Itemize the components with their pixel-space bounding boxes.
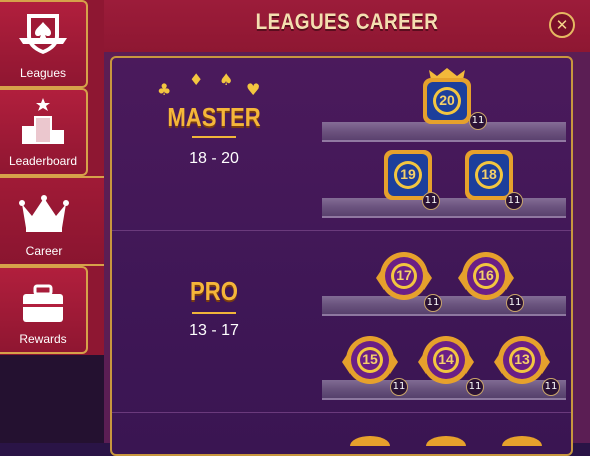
section-divider (112, 412, 571, 413)
level-badge: 11 (506, 294, 524, 312)
sidebar-empty-area (0, 355, 104, 443)
sidebar-item-leaderboard[interactable]: Leaderboard (0, 88, 88, 176)
level-badge: 11 (424, 294, 442, 312)
shelf (322, 296, 566, 316)
league-badge-19[interactable]: 19 11 (378, 144, 440, 210)
section-divider (112, 230, 571, 231)
league-name-master: MASTER (167, 102, 261, 132)
league-badge-13[interactable]: 13 11 (492, 328, 560, 396)
close-button[interactable]: ✕ (549, 12, 575, 38)
badge-number: 20 (439, 92, 455, 108)
league-underline (192, 312, 236, 314)
league-range: 18 - 20 (189, 150, 239, 167)
heart-icon: ♥ (246, 80, 261, 99)
sidebar-item-label: Leagues (19, 66, 67, 80)
diamond-icon: ♦ (189, 70, 204, 89)
badge-number: 16 (478, 267, 494, 283)
level-badge: 11 (422, 192, 440, 210)
sidebar-item-rewards[interactable]: Rewards (0, 266, 88, 354)
badge-number: 18 (481, 166, 497, 182)
badge-number: 13 (514, 351, 530, 367)
sidebar-item-career[interactable]: Career (0, 176, 104, 266)
league-range: 13 - 17 (189, 322, 239, 339)
badge-number: 17 (396, 267, 412, 283)
sidebar-item-leagues[interactable]: Leagues (0, 0, 88, 88)
level-badge: 11 (466, 378, 484, 396)
level-badge: 11 (505, 192, 523, 210)
level-badge: 11 (542, 378, 560, 396)
shelf (322, 198, 566, 218)
level-badge: 11 (390, 378, 408, 396)
page-title: LEAGUES CAREER (255, 9, 439, 34)
level-badge: 11 (469, 112, 487, 130)
league-badge-14[interactable]: 14 11 (416, 328, 484, 396)
podium-icon (22, 98, 64, 144)
league-badge-15[interactable]: 15 11 (340, 328, 408, 396)
league-underline (192, 136, 236, 138)
club-icon: ♣ (157, 80, 172, 99)
crown-icon (19, 195, 69, 232)
league-badge-18[interactable]: 18 11 (459, 144, 523, 210)
league-name-pro: PRO (190, 276, 238, 306)
leagues-frame: ♣ ♦ ♠ ♥ MASTER 18 - 20 PRO 13 - 17 20 11… (110, 56, 573, 456)
briefcase-icon (23, 284, 63, 322)
badge-number: 19 (400, 166, 416, 182)
badge-row-partial (350, 436, 542, 446)
sidebar-item-label: Career (25, 244, 63, 258)
content-panel: ♣ ♦ ♠ ♥ MASTER 18 - 20 PRO 13 - 17 20 11… (104, 52, 590, 456)
league-badge-20[interactable]: 20 11 (417, 68, 487, 130)
badge-number: 14 (438, 351, 454, 367)
shield-spades-icon (19, 14, 67, 54)
sidebar-item-label: Leaderboard (8, 154, 78, 168)
badge-number: 15 (362, 351, 378, 367)
league-badge-17[interactable]: 17 11 (374, 244, 442, 312)
close-icon[interactable]: ✕ (556, 16, 569, 34)
league-badge-16[interactable]: 16 11 (456, 244, 524, 312)
spade-icon: ♠ (219, 70, 234, 89)
sidebar-item-label: Rewards (19, 332, 67, 346)
